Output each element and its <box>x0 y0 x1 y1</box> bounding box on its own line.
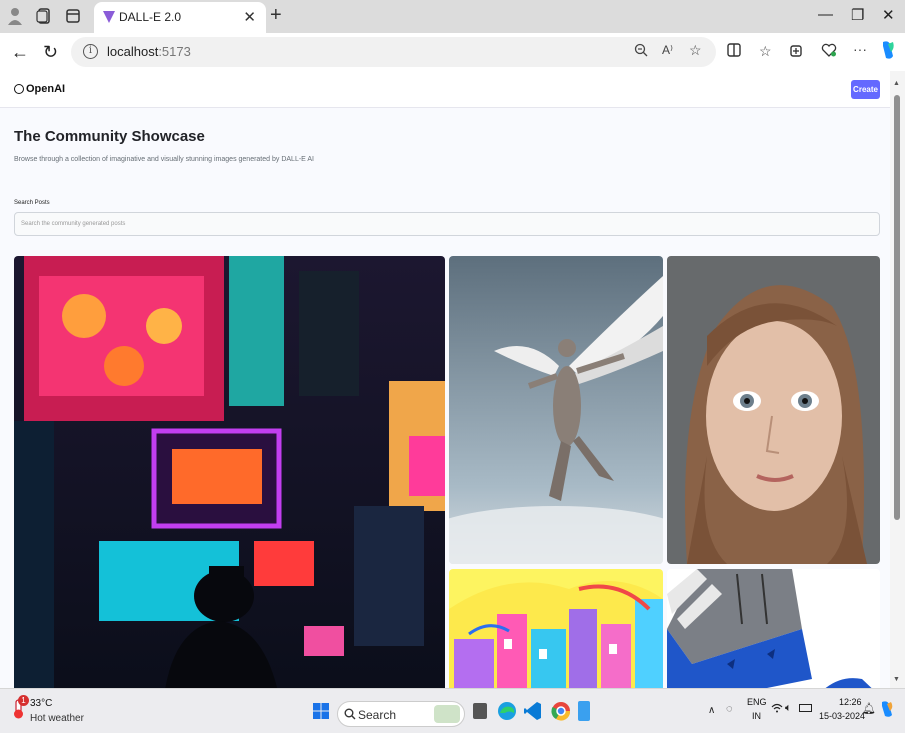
taskbar-search-box[interactable]: Search <box>337 701 465 727</box>
search-label: Search Posts <box>14 200 50 206</box>
volume-icon[interactable]: 🔈︎ <box>785 702 792 715</box>
clock-time[interactable]: 12:26 <box>839 697 862 707</box>
read-aloud-icon[interactable]: A⁾ <box>662 43 673 57</box>
more-options-icon[interactable]: ··· <box>853 41 867 57</box>
address-toolbar: ← ↻ i localhost:5173 A⁾ ☆ ☆ ··· <box>0 33 905 71</box>
site-header: OpenAI Create <box>0 71 890 108</box>
close-tab-icon[interactable]: ✕ <box>243 8 256 26</box>
favorites-icon[interactable]: ☆ <box>759 43 772 60</box>
zoom-icon[interactable] <box>634 43 648 60</box>
blue-vehicle-illustration-image[interactable] <box>667 569 880 688</box>
new-tab-icon[interactable]: + <box>270 4 282 27</box>
scrollbar-thumb[interactable] <box>894 95 900 520</box>
woman-portrait-image[interactable] <box>667 256 880 564</box>
network-off-icon[interactable]: ◌ <box>726 703 733 715</box>
winged-figure-image[interactable] <box>449 256 663 564</box>
workspaces-icon[interactable] <box>35 7 53 25</box>
restore-icon[interactable]: ❐ <box>851 6 864 24</box>
refresh-icon[interactable]: ↻ <box>43 42 58 63</box>
scroll-down-icon[interactable]: ▼ <box>893 676 900 683</box>
clock-date[interactable]: 15-03-2024 <box>819 711 865 721</box>
create-button[interactable]: Create <box>851 80 880 99</box>
search-input[interactable]: Search the community generated posts <box>14 212 880 236</box>
close-window-icon[interactable]: ✕ <box>882 6 895 24</box>
browser-essentials-icon[interactable] <box>821 43 837 60</box>
notepad-app-icon[interactable] <box>578 701 590 721</box>
language-secondary: IN <box>752 711 761 721</box>
weather-text: Hot weather <box>30 713 84 724</box>
collections-icon[interactable] <box>790 43 804 60</box>
tab-title: DALL-E 2.0 <box>119 10 182 24</box>
tab-actions-icon[interactable] <box>64 7 82 25</box>
edge-app-icon[interactable] <box>497 701 517 726</box>
site-info-icon[interactable]: i <box>83 44 98 59</box>
page-viewport: OpenAI Create The Community Showcase Bro… <box>0 71 890 688</box>
back-icon[interactable]: ← <box>11 42 29 63</box>
logo-text: OpenAI <box>26 83 66 95</box>
windows-taskbar: 1 33°C Hot weather Search ∧ ◌ ENG IN 🔈︎ … <box>0 688 905 733</box>
address-bar[interactable]: i localhost:5173 A⁾ ☆ <box>71 37 716 67</box>
page-title: The Community Showcase <box>14 128 205 145</box>
search-icon <box>344 708 356 723</box>
openai-logo[interactable]: OpenAI <box>14 83 65 95</box>
page-subtitle: Browse through a collection of imaginati… <box>14 156 315 163</box>
weather-alert-badge: 1 <box>18 695 29 706</box>
tab-dalle[interactable]: DALL-E 2.0 ✕ <box>94 2 266 33</box>
split-screen-icon[interactable] <box>727 43 741 60</box>
copilot-taskbar-icon[interactable] <box>879 700 895 723</box>
copilot-icon[interactable] <box>879 40 897 63</box>
language-primary[interactable]: ENG <box>747 697 767 707</box>
temperature-text: 33°C <box>30 698 53 709</box>
chrome-app-icon[interactable] <box>551 701 571 726</box>
colorful-city-drawing-image[interactable] <box>449 569 663 688</box>
favorite-star-icon[interactable]: ☆ <box>689 42 702 59</box>
windows-start-icon[interactable] <box>313 703 329 724</box>
taskbar-search-label: Search <box>358 708 397 722</box>
vscode-app-icon[interactable] <box>524 701 542 726</box>
show-hidden-icons-icon[interactable]: ∧ <box>708 705 715 716</box>
url-text: localhost:5173 <box>107 44 191 59</box>
neon-city-street-image[interactable] <box>14 256 445 688</box>
battery-icon[interactable] <box>799 704 812 712</box>
vite-favicon-icon <box>103 11 115 23</box>
minimize-icon[interactable]: — <box>818 6 833 23</box>
scroll-up-icon[interactable]: ▲ <box>893 80 900 87</box>
openai-mark-icon <box>14 84 24 94</box>
search-highlight-icon <box>434 705 460 723</box>
profile-icon[interactable] <box>6 7 24 25</box>
task-view-icon[interactable] <box>473 703 487 719</box>
browser-tab-bar: DALL-E 2.0 ✕ + — ❐ ✕ <box>0 0 905 33</box>
notification-bell-icon[interactable]: 🔔︎ <box>862 702 876 715</box>
wifi-icon[interactable] <box>771 703 783 716</box>
